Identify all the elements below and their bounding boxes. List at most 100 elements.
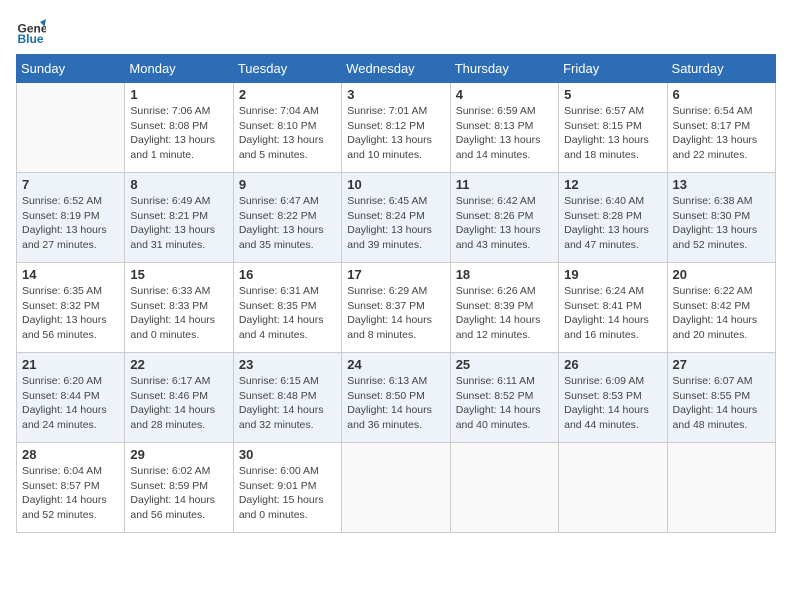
day-info: Sunrise: 6:31 AM Sunset: 8:35 PM Dayligh… [239, 284, 336, 343]
day-info: Sunrise: 6:15 AM Sunset: 8:48 PM Dayligh… [239, 374, 336, 433]
day-number: 25 [456, 357, 553, 372]
day-number: 17 [347, 267, 444, 282]
day-number: 22 [130, 357, 227, 372]
day-info: Sunrise: 6:42 AM Sunset: 8:26 PM Dayligh… [456, 194, 553, 253]
day-number: 7 [22, 177, 119, 192]
calendar-day-cell: 13 Sunrise: 6:38 AM Sunset: 8:30 PM Dayli… [667, 173, 775, 263]
day-info: Sunrise: 6:00 AM Sunset: 9:01 PM Dayligh… [239, 464, 336, 523]
day-number: 1 [130, 87, 227, 102]
day-number: 21 [22, 357, 119, 372]
calendar-day-cell: 4 Sunrise: 6:59 AM Sunset: 8:13 PM Daylig… [450, 83, 558, 173]
day-info: Sunrise: 6:52 AM Sunset: 8:19 PM Dayligh… [22, 194, 119, 253]
day-info: Sunrise: 6:07 AM Sunset: 8:55 PM Dayligh… [673, 374, 770, 433]
day-of-week-header: Saturday [667, 55, 775, 83]
day-of-week-header: Thursday [450, 55, 558, 83]
day-number: 23 [239, 357, 336, 372]
day-info: Sunrise: 6:09 AM Sunset: 8:53 PM Dayligh… [564, 374, 661, 433]
day-of-week-header: Friday [559, 55, 667, 83]
calendar-day-cell: 5 Sunrise: 6:57 AM Sunset: 8:15 PM Daylig… [559, 83, 667, 173]
day-number: 13 [673, 177, 770, 192]
day-info: Sunrise: 6:59 AM Sunset: 8:13 PM Dayligh… [456, 104, 553, 163]
day-number: 8 [130, 177, 227, 192]
logo: General Blue [16, 16, 50, 46]
svg-text:Blue: Blue [18, 32, 44, 46]
day-number: 18 [456, 267, 553, 282]
calendar-day-cell: 2 Sunrise: 7:04 AM Sunset: 8:10 PM Daylig… [233, 83, 341, 173]
calendar-day-cell: 28 Sunrise: 6:04 AM Sunset: 8:57 PM Dayli… [17, 443, 125, 533]
day-info: Sunrise: 6:24 AM Sunset: 8:41 PM Dayligh… [564, 284, 661, 343]
page-header: General Blue [16, 16, 776, 46]
calendar-week-row: 21Sunrise: 6:20 AM Sunset: 8:44 PM Dayli… [17, 353, 776, 443]
calendar-day-cell: 20Sunrise: 6:22 AM Sunset: 8:42 PM Dayli… [667, 263, 775, 353]
calendar-day-cell [342, 443, 450, 533]
calendar-week-row: 7 Sunrise: 6:52 AM Sunset: 8:19 PM Daylig… [17, 173, 776, 263]
day-number: 9 [239, 177, 336, 192]
day-info: Sunrise: 6:38 AM Sunset: 8:30 PM Dayligh… [673, 194, 770, 253]
day-info: Sunrise: 7:01 AM Sunset: 8:12 PM Dayligh… [347, 104, 444, 163]
calendar-day-cell: 8Sunrise: 6:49 AM Sunset: 8:21 PM Daylig… [125, 173, 233, 263]
calendar-day-cell: 17 Sunrise: 6:29 AM Sunset: 8:37 PM Dayli… [342, 263, 450, 353]
day-info: Sunrise: 6:35 AM Sunset: 8:32 PM Dayligh… [22, 284, 119, 343]
calendar-day-cell: 29 Sunrise: 6:02 AM Sunset: 8:59 PM Dayli… [125, 443, 233, 533]
day-info: Sunrise: 6:47 AM Sunset: 8:22 PM Dayligh… [239, 194, 336, 253]
day-info: Sunrise: 6:11 AM Sunset: 8:52 PM Dayligh… [456, 374, 553, 433]
calendar-day-cell: 9 Sunrise: 6:47 AM Sunset: 8:22 PM Daylig… [233, 173, 341, 263]
day-number: 20 [673, 267, 770, 282]
day-number: 14 [22, 267, 119, 282]
calendar-header-row: SundayMondayTuesdayWednesdayThursdayFrid… [17, 55, 776, 83]
calendar-day-cell: 23 Sunrise: 6:15 AM Sunset: 8:48 PM Dayli… [233, 353, 341, 443]
day-info: Sunrise: 6:29 AM Sunset: 8:37 PM Dayligh… [347, 284, 444, 343]
day-info: Sunrise: 6:26 AM Sunset: 8:39 PM Dayligh… [456, 284, 553, 343]
day-info: Sunrise: 6:45 AM Sunset: 8:24 PM Dayligh… [347, 194, 444, 253]
day-info: Sunrise: 6:04 AM Sunset: 8:57 PM Dayligh… [22, 464, 119, 523]
day-info: Sunrise: 6:40 AM Sunset: 8:28 PM Dayligh… [564, 194, 661, 253]
calendar-day-cell: 1Sunrise: 7:06 AM Sunset: 8:08 PM Daylig… [125, 83, 233, 173]
calendar-day-cell: 27Sunrise: 6:07 AM Sunset: 8:55 PM Dayli… [667, 353, 775, 443]
calendar-day-cell: 18 Sunrise: 6:26 AM Sunset: 8:39 PM Dayli… [450, 263, 558, 353]
day-number: 5 [564, 87, 661, 102]
day-info: Sunrise: 6:33 AM Sunset: 8:33 PM Dayligh… [130, 284, 227, 343]
day-number: 2 [239, 87, 336, 102]
calendar-day-cell: 15 Sunrise: 6:33 AM Sunset: 8:33 PM Dayli… [125, 263, 233, 353]
day-number: 19 [564, 267, 661, 282]
calendar-day-cell: 22 Sunrise: 6:17 AM Sunset: 8:46 PM Dayli… [125, 353, 233, 443]
calendar-day-cell: 26 Sunrise: 6:09 AM Sunset: 8:53 PM Dayli… [559, 353, 667, 443]
day-number: 6 [673, 87, 770, 102]
day-info: Sunrise: 6:54 AM Sunset: 8:17 PM Dayligh… [673, 104, 770, 163]
day-number: 24 [347, 357, 444, 372]
calendar-week-row: 28 Sunrise: 6:04 AM Sunset: 8:57 PM Dayli… [17, 443, 776, 533]
day-number: 4 [456, 87, 553, 102]
calendar-day-cell: 16 Sunrise: 6:31 AM Sunset: 8:35 PM Dayli… [233, 263, 341, 353]
calendar-week-row: 14 Sunrise: 6:35 AM Sunset: 8:32 PM Dayli… [17, 263, 776, 353]
day-info: Sunrise: 6:57 AM Sunset: 8:15 PM Dayligh… [564, 104, 661, 163]
calendar-day-cell: 19 Sunrise: 6:24 AM Sunset: 8:41 PM Dayli… [559, 263, 667, 353]
day-of-week-header: Tuesday [233, 55, 341, 83]
calendar-day-cell: 30 Sunrise: 6:00 AM Sunset: 9:01 PM Dayli… [233, 443, 341, 533]
calendar-day-cell: 25 Sunrise: 6:11 AM Sunset: 8:52 PM Dayli… [450, 353, 558, 443]
day-of-week-header: Monday [125, 55, 233, 83]
day-info: Sunrise: 6:13 AM Sunset: 8:50 PM Dayligh… [347, 374, 444, 433]
calendar-day-cell: 11 Sunrise: 6:42 AM Sunset: 8:26 PM Dayli… [450, 173, 558, 263]
calendar-day-cell: 21Sunrise: 6:20 AM Sunset: 8:44 PM Dayli… [17, 353, 125, 443]
day-number: 16 [239, 267, 336, 282]
day-info: Sunrise: 7:04 AM Sunset: 8:10 PM Dayligh… [239, 104, 336, 163]
calendar-day-cell: 24 Sunrise: 6:13 AM Sunset: 8:50 PM Dayli… [342, 353, 450, 443]
day-of-week-header: Wednesday [342, 55, 450, 83]
day-number: 29 [130, 447, 227, 462]
day-info: Sunrise: 6:17 AM Sunset: 8:46 PM Dayligh… [130, 374, 227, 433]
calendar-day-cell [450, 443, 558, 533]
day-number: 11 [456, 177, 553, 192]
day-number: 12 [564, 177, 661, 192]
calendar-day-cell: 10Sunrise: 6:45 AM Sunset: 8:24 PM Dayli… [342, 173, 450, 263]
calendar-week-row: 1Sunrise: 7:06 AM Sunset: 8:08 PM Daylig… [17, 83, 776, 173]
day-number: 15 [130, 267, 227, 282]
calendar-day-cell: 12 Sunrise: 6:40 AM Sunset: 8:28 PM Dayli… [559, 173, 667, 263]
calendar-day-cell: 6 Sunrise: 6:54 AM Sunset: 8:17 PM Daylig… [667, 83, 775, 173]
day-info: Sunrise: 6:02 AM Sunset: 8:59 PM Dayligh… [130, 464, 227, 523]
day-number: 28 [22, 447, 119, 462]
day-number: 30 [239, 447, 336, 462]
logo-icon: General Blue [16, 16, 46, 46]
day-number: 26 [564, 357, 661, 372]
calendar-day-cell [559, 443, 667, 533]
day-number: 3 [347, 87, 444, 102]
